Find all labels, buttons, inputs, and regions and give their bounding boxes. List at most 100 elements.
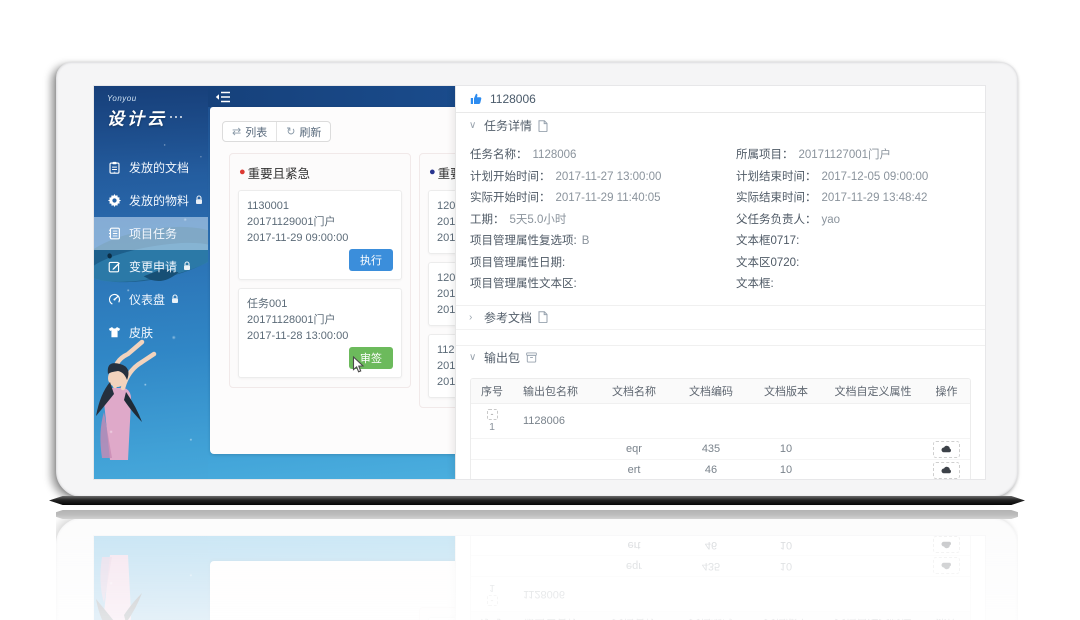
field: 计划开始时间：2017-11-27 13:00:00 (470, 167, 736, 189)
task-project: 20171129001门户 (247, 214, 393, 230)
field: 文本框0717: (736, 231, 971, 253)
refresh-button[interactable]: ↻ 刷新 (276, 122, 330, 141)
logo-product: 设计云 (107, 110, 167, 129)
device-mockup: Yonyou 设计云 发放的文档 (56, 62, 1018, 506)
field-value: 2017-11-27 13:00:00 (556, 171, 662, 183)
package-name: 1128006 (513, 413, 595, 429)
section-output-package[interactable]: ∨ 输出包 (456, 345, 985, 370)
detail-header: 1128006 (456, 86, 985, 113)
field: 文本框: (736, 274, 971, 296)
task-project: 20171128001门户 (247, 312, 393, 328)
doc-name: ert (595, 462, 673, 478)
field-label: 实际结束时间： (736, 192, 817, 204)
field-label: 文本区0720: (736, 257, 799, 269)
section-reference-docs[interactable]: › 参考文档 (456, 305, 985, 330)
task-datetime: 2017-11-29 09:00:00 (247, 230, 393, 246)
tshirt-icon (107, 326, 121, 339)
device-frame: Yonyou 设计云 发放的文档 (56, 62, 1018, 497)
kanban-column-urgent-important: ● 重要且紧急 1130001 20171129001门户 2017-11-29… (229, 153, 411, 388)
sidebar-item-label: 仪表盘 (129, 291, 165, 308)
board-toolbar: ⇄ 列表 ↻ 刷新 (222, 121, 331, 142)
gauge-icon (107, 293, 121, 306)
task-card[interactable]: 任务001 20171128001门户 2017-11-28 13:00:00 … (238, 288, 402, 378)
task-card[interactable]: 1130001 20171129001门户 2017-11-29 09:00:0… (238, 190, 402, 280)
field-label: 计划结束时间： (736, 171, 817, 183)
field-value: 2017-11-29 13:48:42 (822, 192, 928, 204)
field-label: 文本框: (736, 278, 774, 290)
field: 项目管理属性文本区: (470, 274, 736, 296)
col-doc-custom-attr: 文档自定义属性 (823, 381, 923, 401)
download-button[interactable] (933, 441, 960, 458)
screen: Yonyou 设计云 发放的文档 (94, 86, 985, 479)
field-value: 1128006 (533, 149, 577, 161)
doc-name: eqr (595, 441, 673, 457)
doc-code: 46 (673, 462, 749, 478)
lock-icon (195, 195, 203, 205)
field-label: 父任务负责人： (736, 214, 817, 226)
field: 计划结束时间： 2017-12-05 09:00:00 (736, 167, 971, 189)
sidebar-item-change-request[interactable]: 变更申请 (94, 250, 208, 283)
doc-version: 10 (749, 462, 823, 478)
approve-button[interactable]: 审签 (349, 347, 393, 369)
red-dot-icon: ● (239, 167, 246, 178)
collapse-row-button[interactable]: - (487, 409, 498, 420)
field: 文本区0720: (736, 253, 971, 275)
sidebar-item-dashboard[interactable]: 仪表盘 (94, 283, 208, 316)
task-detail-panel: 1128006 ∨ 任务详情 任务名称： 1128006 所属项目： 2017112… (455, 86, 985, 479)
sidebar-item-label: 皮肤 (129, 324, 153, 341)
sidebar-item-issued-materials[interactable]: 发放的物料 (94, 184, 208, 217)
lock-icon (171, 294, 179, 304)
column-title: ● 重要且紧急 (239, 163, 402, 182)
field-value: 5天5.0小时 (510, 214, 567, 226)
edit-icon (107, 260, 121, 273)
col-package-name: 输出包名称 (513, 381, 595, 401)
field-label: 文本框0717: (736, 235, 799, 247)
field: 项目管理属性日期: (470, 253, 736, 275)
table-header-row: 序号 输出包名称 文档名称 文档编码 文档版本 文档自定义属性 操作 (471, 379, 970, 403)
field-label: 实际开始时间： (470, 192, 551, 204)
field: 任务名称： 1128006 (470, 145, 736, 167)
clipboard-icon (107, 161, 121, 174)
field: 工期： 5天5.0小时 (470, 210, 736, 232)
thumbs-up-icon (470, 93, 483, 105)
sidebar-item-label: 发放的文档 (129, 159, 189, 176)
section-gap (456, 330, 985, 345)
exchange-icon: ⇄ (232, 125, 241, 138)
sidebar-item-label: 项目任务 (129, 225, 177, 242)
list-view-label: 列表 (245, 124, 267, 140)
task-id: 任务001 (247, 296, 393, 312)
table-row: ert 46 10 (471, 459, 970, 480)
sidebar-item-issued-documents[interactable]: 发放的文档 (94, 151, 208, 184)
field-label: 工期： (470, 214, 505, 226)
field: 实际开始时间：2017-11-29 11:40:05 (470, 188, 736, 210)
column-title-text: 重要且紧急 (248, 163, 311, 182)
field-value: yao (822, 214, 841, 226)
device-hinge (49, 496, 1025, 505)
sidebar-item-project-tasks[interactable]: 项目任务 (94, 217, 208, 250)
gear-icon (107, 194, 121, 207)
lock-icon (183, 261, 191, 271)
table-group-row: - 1 1128006 (471, 403, 970, 438)
download-button[interactable] (933, 462, 960, 479)
sidebar-item-skin[interactable]: 皮肤 (94, 316, 208, 349)
section-label: 参考文档 (484, 309, 532, 326)
field: 父任务负责人： yao (736, 210, 971, 232)
field: 项目管理属性复选项:B (470, 231, 736, 253)
field-value: 20171127001门户 (799, 149, 892, 161)
section-task-detail[interactable]: ∨ 任务详情 (456, 113, 985, 138)
sidebar-item-label: 发放的物料 (129, 192, 189, 209)
chevron-down-icon: ∨ (469, 120, 478, 131)
list-view-button[interactable]: ⇄ 列表 (223, 122, 276, 141)
field-label: 任务名称： (470, 149, 528, 161)
task-id: 1130001 (247, 198, 393, 214)
menu-fold-icon[interactable] (215, 90, 231, 108)
logo-ink-dots (167, 103, 182, 122)
section-label: 任务详情 (484, 117, 532, 134)
col-doc-code: 文档编码 (673, 381, 749, 401)
field-label: 所属项目： (736, 149, 794, 161)
detail-fields: 任务名称： 1128006 所属项目： 20171127001门户 计划开始时间：2… (456, 138, 985, 305)
execute-button[interactable]: 执行 (349, 249, 393, 271)
field: 实际结束时间： 2017-11-29 13:48:42 (736, 188, 971, 210)
field-value: 2017-12-05 09:00:00 (822, 171, 929, 183)
row-seq: 1 (471, 421, 513, 433)
